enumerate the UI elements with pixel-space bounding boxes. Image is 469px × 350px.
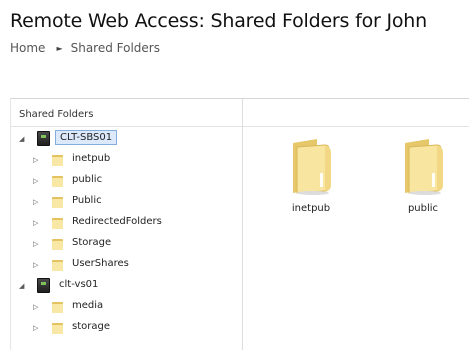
server-icon bbox=[37, 131, 50, 146]
expand-expander-icon[interactable]: ▷ bbox=[33, 240, 38, 248]
tree-folder-row[interactable]: ▷ UserShares bbox=[11, 255, 244, 276]
page-title: Remote Web Access: Shared Folders for Jo… bbox=[10, 10, 427, 32]
expand-expander-icon[interactable]: ▷ bbox=[33, 219, 38, 227]
tree-folder-label[interactable]: inetpub bbox=[72, 153, 110, 164]
folder-icon bbox=[52, 302, 63, 313]
breadcrumb-home-link[interactable]: Home bbox=[10, 41, 45, 55]
folder-icon bbox=[52, 155, 63, 166]
tree-server-row[interactable]: ◢ CLT-SBS01 bbox=[11, 129, 244, 150]
tree-folder-row[interactable]: ▷ media bbox=[11, 297, 244, 318]
tree-folder-row[interactable]: ▷ public bbox=[11, 171, 244, 192]
collapse-expander-icon[interactable]: ◢ bbox=[19, 282, 24, 290]
tree-folder-label[interactable]: public bbox=[72, 174, 102, 185]
large-folder-icon bbox=[405, 139, 443, 195]
breadcrumb-current: Shared Folders bbox=[70, 41, 160, 55]
expand-expander-icon[interactable]: ▷ bbox=[33, 156, 38, 164]
breadcrumb: Home ► Shared Folders bbox=[10, 41, 160, 55]
tree-folder-label[interactable]: Public bbox=[72, 195, 102, 206]
folder-tile[interactable]: inetpub bbox=[271, 137, 351, 214]
folder-icon bbox=[52, 323, 63, 334]
contents-panel-header bbox=[243, 99, 469, 127]
expand-expander-icon[interactable]: ▷ bbox=[33, 324, 38, 332]
folder-tile-label: inetpub bbox=[291, 203, 331, 214]
tree-folder-row[interactable]: ▷ Storage bbox=[11, 234, 244, 255]
tree-folder-row[interactable]: ▷ storage bbox=[11, 318, 244, 339]
folder-tile[interactable]: public bbox=[383, 137, 463, 214]
collapse-expander-icon[interactable]: ◢ bbox=[19, 135, 24, 143]
folder-icon bbox=[52, 260, 63, 271]
tree-folder-row[interactable]: ▷ RedirectedFolders bbox=[11, 213, 244, 234]
tree-folder-row[interactable]: ▷ Public bbox=[11, 192, 244, 213]
tree-folder-label[interactable]: Storage bbox=[72, 237, 111, 248]
tree-server-row[interactable]: ◢ clt-vs01 bbox=[11, 276, 244, 297]
expand-expander-icon[interactable]: ▷ bbox=[33, 198, 38, 206]
folder-tree: ◢ CLT-SBS01 ▷ inetpub ▷ public ▷ Public … bbox=[11, 129, 244, 339]
large-folder-icon bbox=[293, 139, 331, 195]
folder-icon bbox=[52, 239, 63, 250]
tree-folder-label[interactable]: RedirectedFolders bbox=[72, 216, 162, 227]
expand-expander-icon[interactable]: ▷ bbox=[33, 177, 38, 185]
tree-panel-header: Shared Folders bbox=[11, 99, 242, 127]
tree-folder-label[interactable]: media bbox=[72, 300, 103, 311]
expand-expander-icon[interactable]: ▷ bbox=[33, 303, 38, 311]
expand-expander-icon[interactable]: ▷ bbox=[33, 261, 38, 269]
breadcrumb-separator-icon: ► bbox=[56, 43, 63, 53]
content-area: Shared Folders ◢ CLT-SBS01 ▷ inetpub ▷ p… bbox=[10, 98, 469, 350]
tree-server-label[interactable]: CLT-SBS01 bbox=[55, 130, 118, 145]
tree-server-label[interactable]: clt-vs01 bbox=[59, 279, 98, 290]
folder-contents-panel: inetpub public bbox=[243, 99, 469, 350]
tree-folder-label[interactable]: storage bbox=[72, 321, 110, 332]
folder-icon bbox=[52, 176, 63, 187]
folder-tree-panel: Shared Folders ◢ CLT-SBS01 ▷ inetpub ▷ p… bbox=[10, 99, 243, 350]
tree-folder-row[interactable]: ▷ inetpub bbox=[11, 150, 244, 171]
folder-icon bbox=[52, 218, 63, 229]
folder-tile-label: public bbox=[407, 203, 439, 214]
server-icon bbox=[37, 278, 50, 293]
tree-folder-label[interactable]: UserShares bbox=[72, 258, 129, 269]
folder-icon bbox=[52, 197, 63, 208]
